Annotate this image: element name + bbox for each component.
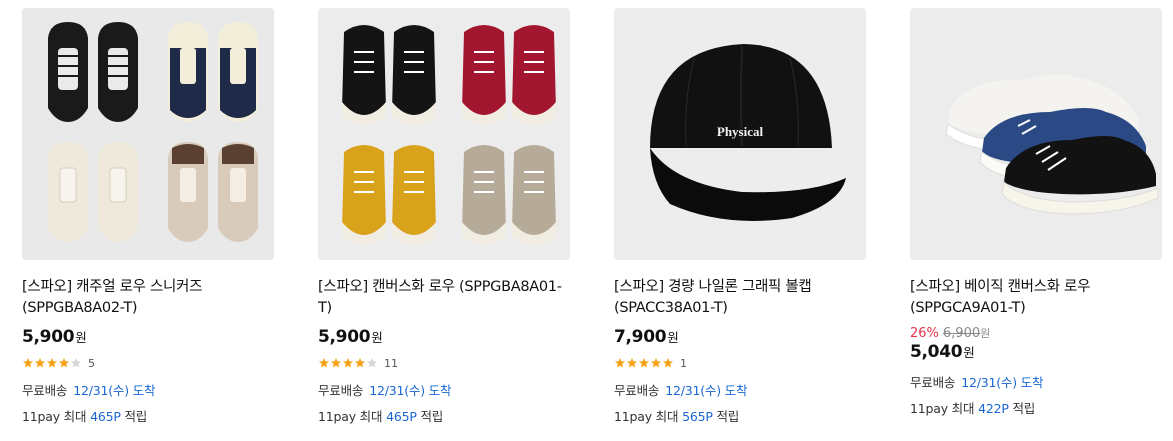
product-card[interactable]: [스파오] 베이직 캔버스화 로우 (SPPGCA9A01-T) 26% 6,9… bbox=[910, 8, 1162, 417]
price: 7,900 bbox=[614, 327, 667, 347]
pay-points-info: 11pay 최대 465P 적립 bbox=[318, 406, 570, 425]
product-image[interactable] bbox=[910, 8, 1162, 260]
shipping-info: 무료배송 12/31(수) 도착 bbox=[910, 372, 1162, 391]
product-title[interactable]: [스파오] 캔버스화 로우 (SPPGBA8A01-T) bbox=[318, 277, 570, 319]
pay-prefix: 11pay 최대 bbox=[22, 409, 87, 424]
product-image[interactable]: Physical bbox=[614, 8, 866, 260]
shipping-info: 무료배송 12/31(수) 도착 bbox=[22, 380, 274, 399]
pay-prefix: 11pay 최대 bbox=[910, 401, 975, 416]
star-rating bbox=[614, 357, 674, 369]
pay-suffix: 적립 bbox=[716, 409, 740, 424]
star-filled-icon bbox=[663, 358, 673, 368]
star-filled-icon bbox=[627, 358, 637, 368]
product-image[interactable] bbox=[318, 8, 570, 260]
product-title[interactable]: [스파오] 베이직 캔버스화 로우 (SPPGCA9A01-T) bbox=[910, 277, 1162, 319]
star-empty-icon bbox=[71, 358, 81, 368]
star-filled-icon bbox=[615, 358, 625, 368]
price-row: 7,900 원 bbox=[614, 327, 866, 347]
product-card[interactable]: [스파오] 캔버스화 로우 (SPPGBA8A01-T) 5,900 원 11 무… bbox=[318, 8, 570, 425]
price-row: 5,900 원 bbox=[22, 327, 274, 347]
sneakers-image bbox=[22, 8, 274, 260]
star-filled-icon bbox=[355, 358, 365, 368]
price: 5,900 bbox=[318, 327, 371, 347]
star-filled-icon bbox=[35, 358, 45, 368]
product-grid: [스파오] 캐주얼 로우 스니커즈 (SPPGBA8A02-T) 5,900 원 … bbox=[0, 0, 1173, 441]
shipping-info: 무료배송 12/31(수) 도착 bbox=[614, 380, 866, 399]
pay-points-info: 11pay 최대 465P 적립 bbox=[22, 406, 274, 425]
ballcap-image: Physical bbox=[614, 8, 866, 260]
shipping-date: 12/31(수) 도착 bbox=[961, 375, 1044, 390]
pay-suffix: 적립 bbox=[420, 409, 444, 424]
shipping-date: 12/31(수) 도착 bbox=[665, 383, 748, 398]
shipping-date: 12/31(수) 도착 bbox=[73, 383, 156, 398]
product-title[interactable]: [스파오] 캐주얼 로우 스니커즈 (SPPGBA8A02-T) bbox=[22, 277, 274, 319]
product-image[interactable] bbox=[22, 8, 274, 260]
rating: 5 bbox=[22, 356, 274, 370]
original-currency: 원 bbox=[980, 327, 991, 340]
sneakers-image bbox=[910, 8, 1162, 260]
shipping-label: 무료배송 bbox=[614, 383, 660, 398]
product-card[interactable]: Physical [스파오] 경량 나일론 그래픽 볼캡 (SPACC38A01… bbox=[614, 8, 866, 425]
price: 5,040 bbox=[910, 342, 963, 362]
review-count: 1 bbox=[680, 356, 687, 370]
star-rating bbox=[318, 357, 378, 369]
pay-suffix: 적립 bbox=[1012, 401, 1036, 416]
star-filled-icon bbox=[331, 358, 341, 368]
rating: 11 bbox=[318, 356, 570, 370]
price-row: 5,040 원 bbox=[910, 342, 1162, 362]
star-empty-icon bbox=[367, 358, 377, 368]
original-price: 6,900 bbox=[942, 326, 981, 341]
shipping-label: 무료배송 bbox=[910, 375, 956, 390]
review-count: 5 bbox=[88, 356, 95, 370]
currency: 원 bbox=[371, 330, 383, 345]
pay-points-info: 11pay 최대 565P 적립 bbox=[614, 406, 866, 425]
product-title[interactable]: [스파오] 경량 나일론 그래픽 볼캡 (SPACC38A01-T) bbox=[614, 277, 866, 319]
star-filled-icon bbox=[59, 358, 69, 368]
star-filled-icon bbox=[651, 358, 661, 368]
discount-row: 26% 6,900 원 bbox=[910, 325, 1162, 341]
pay-points: 465P bbox=[386, 409, 417, 424]
pay-prefix: 11pay 최대 bbox=[614, 409, 679, 424]
cap-logo-text: Physical bbox=[717, 124, 764, 139]
price: 5,900 bbox=[22, 327, 75, 347]
pay-points: 422P bbox=[978, 401, 1009, 416]
product-card[interactable]: [스파오] 캐주얼 로우 스니커즈 (SPPGBA8A02-T) 5,900 원 … bbox=[22, 8, 274, 425]
currency: 원 bbox=[667, 330, 679, 345]
shipping-info: 무료배송 12/31(수) 도착 bbox=[318, 380, 570, 399]
review-count: 11 bbox=[384, 356, 398, 370]
sneakers-image bbox=[318, 8, 570, 260]
pay-suffix: 적립 bbox=[124, 409, 148, 424]
star-filled-icon bbox=[319, 358, 329, 368]
star-filled-icon bbox=[343, 358, 353, 368]
pay-points-info: 11pay 최대 422P 적립 bbox=[910, 398, 1162, 417]
price-row: 5,900 원 bbox=[318, 327, 570, 347]
pay-points: 565P bbox=[682, 409, 713, 424]
pay-prefix: 11pay 최대 bbox=[318, 409, 383, 424]
star-rating bbox=[22, 357, 82, 369]
star-filled-icon bbox=[23, 358, 33, 368]
rating: 1 bbox=[614, 356, 866, 370]
currency: 원 bbox=[75, 330, 87, 345]
shipping-label: 무료배송 bbox=[318, 383, 364, 398]
discount-rate: 26% bbox=[910, 326, 939, 341]
pay-points: 465P bbox=[90, 409, 121, 424]
star-filled-icon bbox=[639, 358, 649, 368]
currency: 원 bbox=[963, 345, 975, 360]
shipping-label: 무료배송 bbox=[22, 383, 68, 398]
shipping-date: 12/31(수) 도착 bbox=[369, 383, 452, 398]
star-filled-icon bbox=[47, 358, 57, 368]
